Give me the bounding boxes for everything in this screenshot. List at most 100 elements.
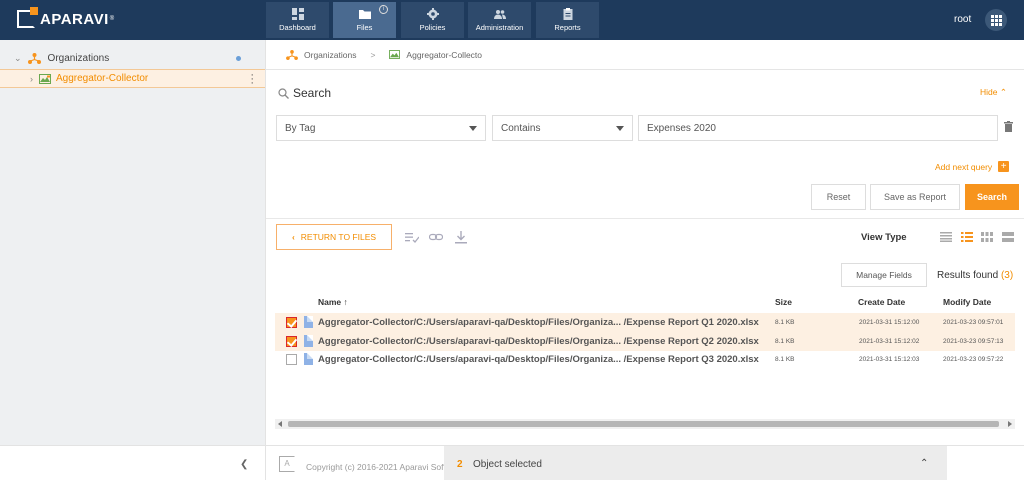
nav-files[interactable]: Files i [333,2,396,38]
row-checkbox[interactable] [286,336,297,347]
column-modify-label: Modify Date [943,297,992,307]
chevron-up-icon[interactable]: ⌃ [920,458,928,469]
main-content: Organizations > Aggregator-Collecto Sear… [265,40,1024,445]
chevron-up-icon: ⌃ [999,87,1007,97]
table-row[interactable]: Aggregator-Collector/C:/Users/aparavi-qa… [275,332,1015,351]
reset-label: Reset [826,192,851,202]
file-icon [304,335,313,347]
nav-reports-label: Reports [554,23,581,32]
dropdown-caret-icon [616,126,624,131]
view-details-icon[interactable] [961,232,973,242]
nav-administration[interactable]: Administration [468,2,531,38]
footer-logo-icon: A [279,456,295,472]
logo-mark-icon [17,7,38,28]
column-create-header[interactable]: Create Date [858,297,905,307]
column-size-header[interactable]: Size [775,297,792,307]
save-as-report-button[interactable]: Save as Report [870,184,960,210]
search-icon [278,87,289,99]
section-divider [266,218,1024,219]
clipboard-icon [563,8,572,20]
copyright-text: Copyright (c) 2016-2021 Aparavi Software [306,462,444,472]
hide-search-toggle[interactable]: Hide ⌃ [980,87,1007,98]
organization-icon [27,53,41,64]
search-button-label: Search [976,192,1008,202]
horizontal-scrollbar[interactable] [275,419,1015,429]
select-list-icon[interactable] [405,230,419,244]
top-bar: APARAVI ® Dashboard Files i Policies Adm… [0,0,1024,40]
query-operator-select[interactable]: Contains [492,115,633,141]
row-checkbox[interactable] [286,317,297,328]
chevron-down-icon[interactable]: ⌄ [14,53,22,64]
scroll-left-icon[interactable] [278,421,282,427]
dashboard-icon [291,8,304,20]
column-name-label: Name [318,297,342,307]
results-found-label: Results found [937,270,999,281]
save-as-report-label: Save as Report [883,192,947,202]
nav-dashboard[interactable]: Dashboard [266,2,329,38]
nav-dashboard-label: Dashboard [279,23,316,32]
selected-label: Object selected [473,459,542,470]
nav-administration-label: Administration [475,23,524,32]
view-grid-icon[interactable] [981,232,993,242]
scrollbar-thumb[interactable] [288,421,999,427]
kebab-menu-icon[interactable]: · · · [250,70,254,89]
row-checkbox[interactable] [286,354,297,365]
collapse-panel-icon[interactable]: ❮ [240,459,248,470]
file-name[interactable]: Aggregator-Collector/C:/Users/aparavi-qa… [318,336,759,347]
view-tiles-icon[interactable] [1002,232,1014,242]
manage-fields-button[interactable]: Manage Fields [841,263,927,287]
selection-bar[interactable]: 2 Object selected ⌃ [444,446,947,480]
apps-grid-icon[interactable] [985,9,1007,31]
scroll-right-icon[interactable] [1008,421,1012,427]
reset-button[interactable]: Reset [811,184,866,210]
search-button[interactable]: Search [965,184,1019,210]
breadcrumb-aggregator-collector[interactable]: Aggregator-Collecto [406,50,482,60]
nav-reports[interactable]: Reports [536,2,599,38]
results-count: (3) [1000,270,1014,281]
column-modify-header[interactable]: Modify Date [943,297,991,307]
tree-organizations-label: Organizations [47,53,110,64]
tree-item-aggregator-collector[interactable]: › Aggregator-Collector · · · [0,69,265,89]
column-name-header[interactable]: Name ↑ [318,297,348,307]
link-icon[interactable] [429,230,443,244]
folder-icon [358,10,371,19]
file-name[interactable]: Aggregator-Collector/C:/Users/aparavi-qa… [318,317,759,328]
logo-registered-mark: ® [109,16,115,22]
breadcrumb-separator: > [370,49,376,60]
dropdown-caret-icon [469,126,477,131]
return-to-files-button[interactable]: ‹ RETURN TO FILES [276,224,392,250]
table-row[interactable]: Aggregator-Collector/C:/Users/aparavi-qa… [275,350,1015,369]
page-footer: A Copyright (c) 2016-2021 Aparavi Softwa… [265,445,1024,480]
download-icon[interactable] [454,230,468,244]
breadcrumb-organizations[interactable]: Organizations [304,50,356,60]
aparavi-logo[interactable]: APARAVI ® [17,7,115,30]
query-field-value: By Tag [285,122,316,134]
trash-icon[interactable] [1004,121,1013,132]
view-list-icon[interactable] [940,232,952,242]
chevron-right-icon[interactable]: › [30,74,33,84]
nav-policies-label: Policies [419,23,446,32]
tree-item-organizations[interactable]: ⌄ Organizations [14,53,109,64]
hide-label: Hide [980,87,998,97]
info-icon[interactable]: i [379,5,388,14]
column-size-label: Size [775,297,793,307]
file-modify-date: 2021-03-23 09:57:01 [943,319,1004,326]
add-next-query-button[interactable]: Add next query + [935,161,1010,172]
query-field-select[interactable]: By Tag [276,115,486,141]
sort-ascending-icon: ↑ [343,297,348,307]
nav-files-label: Files [356,23,373,32]
table-row[interactable]: Aggregator-Collector/C:/Users/aparavi-qa… [275,313,1015,332]
manage-fields-label: Manage Fields [856,270,912,280]
chevron-left-icon: ‹ [291,232,295,242]
query-value-input[interactable]: Expenses 2020 [638,115,998,141]
return-to-files-label: RETURN TO FILES [300,232,377,242]
user-name[interactable]: root [954,14,971,25]
file-name[interactable]: Aggregator-Collector/C:/Users/aparavi-qa… [318,354,759,365]
left-tree-panel: ⌄ Organizations › Aggregator-Collector ·… [0,40,265,445]
file-icon [304,316,313,328]
organization-icon [286,49,298,60]
nav-policies[interactable]: Policies [401,2,464,38]
view-type-label: View Type [861,232,907,243]
search-title: Search [293,86,332,100]
file-modify-date: 2021-03-23 09:57:13 [943,338,1004,345]
